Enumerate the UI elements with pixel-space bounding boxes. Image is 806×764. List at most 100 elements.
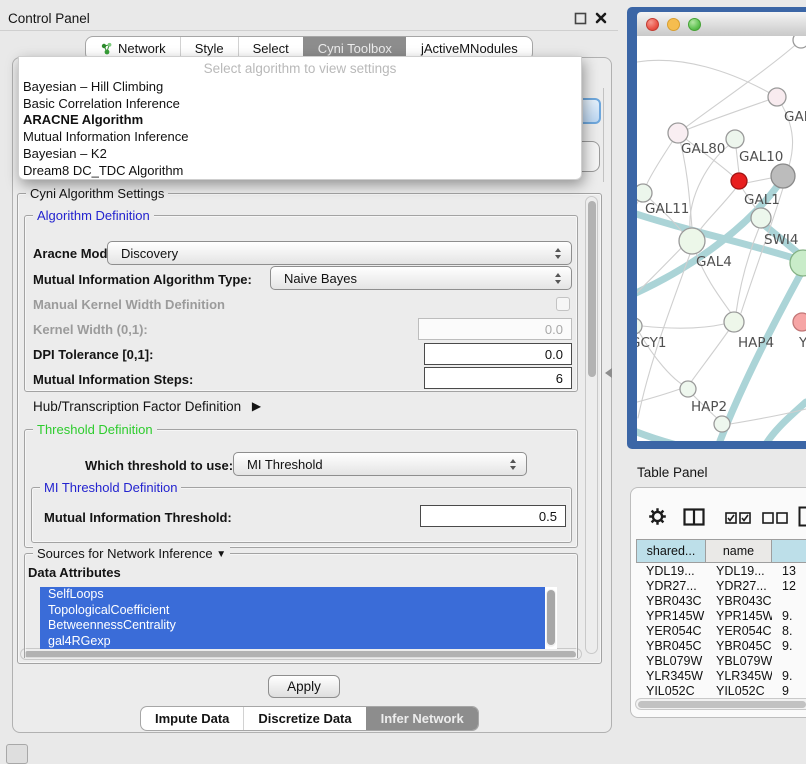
table-cell[interactable]: YPR145W	[636, 609, 706, 624]
kernel-width-field[interactable]: 0.0	[418, 318, 572, 340]
network-edge[interactable]	[690, 146, 728, 228]
settings-vertical-scrollbar-thumb[interactable]	[588, 201, 596, 377]
table-cell[interactable]: 13	[772, 564, 806, 579]
attribute-item-topologicalcoefficient[interactable]: TopologicalCoefficient	[40, 603, 545, 619]
table-cell[interactable]: YBL079W	[636, 654, 706, 669]
table-row[interactable]: YIL052CYIL052C9	[636, 684, 806, 697]
mi-threshold-field[interactable]: 0.5	[420, 505, 566, 527]
table-cell[interactable]: YLR345W	[706, 669, 772, 684]
column-header-shared[interactable]: shared...	[636, 539, 706, 563]
attribute-item-gal4rgexp[interactable]: gal4RGexp	[40, 634, 545, 650]
network-node[interactable]	[668, 123, 688, 143]
manual-kernel-checkbox[interactable]	[556, 297, 570, 311]
table-cell[interactable]: YBR043C	[706, 594, 772, 609]
network-node[interactable]	[731, 173, 747, 189]
table-row[interactable]: YLR345WYLR345W9.	[636, 669, 806, 684]
table-row[interactable]: YER054CYER054C8.	[636, 624, 806, 639]
network-node[interactable]	[726, 130, 744, 148]
table-row[interactable]: YDR27...YDR27...12	[636, 579, 806, 594]
table-cell[interactable]: 12	[772, 579, 806, 594]
document-icon[interactable]	[798, 506, 806, 527]
settings-vertical-scrollbar[interactable]	[585, 196, 598, 654]
algorithm-option-bayesian-hill-climbing[interactable]: Bayesian – Hill Climbing	[19, 79, 581, 96]
network-edge[interactable]	[746, 178, 771, 183]
bottom-tab-discretize-data[interactable]: Discretize Data	[243, 707, 365, 730]
apply-button[interactable]: Apply	[268, 675, 340, 698]
table-cell[interactable]: 9.	[772, 639, 806, 654]
zoom-traffic-icon[interactable]	[688, 18, 701, 31]
split-pane-icon[interactable]	[683, 508, 705, 526]
column-header-name[interactable]: name	[706, 539, 772, 563]
network-edge[interactable]	[678, 40, 801, 133]
attribute-table[interactable]: shared...name YDL19...YDL19...13YDR27...…	[636, 539, 806, 697]
network-canvas[interactable]: GALGAL80GAL10GAL1GAL11SWI4GAL4GCY1HAP4YH…	[637, 36, 806, 441]
table-row[interactable]: YPR145WYPR145W9.	[636, 609, 806, 624]
hub-definition-toggle[interactable]: Hub/Transcription Factor Definition ▶	[33, 399, 261, 414]
table-cell[interactable]	[772, 594, 806, 609]
table-horizontal-scrollbar[interactable]	[635, 698, 806, 710]
table-cell[interactable]: YBR045C	[706, 639, 772, 654]
data-attributes-list[interactable]: SelfLoopsTopologicalCoefficientBetweenne…	[40, 587, 557, 649]
attributes-scrollbar[interactable]	[546, 589, 556, 647]
column-header-2[interactable]	[772, 539, 806, 563]
bottom-tab-impute-data[interactable]: Impute Data	[141, 707, 243, 730]
table-cell[interactable]: YDL19...	[706, 564, 772, 579]
algorithm-option-mutual-information-inference[interactable]: Mutual Information Inference	[19, 129, 581, 146]
table-cell[interactable]: YLR345W	[636, 669, 706, 684]
table-cell[interactable]: 9	[772, 684, 806, 697]
network-node[interactable]	[771, 164, 795, 188]
network-node[interactable]	[793, 313, 806, 331]
table-cell[interactable]: YDR27...	[636, 579, 706, 594]
network-node[interactable]	[793, 36, 806, 48]
network-edge[interactable]	[637, 60, 777, 97]
panel-splitter-handle[interactable]	[605, 368, 612, 378]
network-edge[interactable]	[700, 188, 736, 230]
table-row[interactable]: YBL079WYBL079W	[636, 654, 806, 669]
network-node[interactable]	[637, 318, 642, 334]
algorithm-option-dream8-dc-tdc-algorithm[interactable]: Dream8 DC_TDC Algorithm	[19, 162, 581, 179]
network-edge-thick[interactable]	[763, 402, 806, 441]
network-node[interactable]	[637, 184, 652, 202]
algorithm-option-aracne-algorithm[interactable]: ARACNE Algorithm	[19, 112, 581, 129]
table-cell[interactable]: YBL079W	[706, 654, 772, 669]
dock-button[interactable]	[6, 744, 28, 764]
mi-steps-field[interactable]: 6	[424, 367, 572, 389]
network-node[interactable]	[679, 228, 705, 254]
table-cell[interactable]: YER054C	[636, 624, 706, 639]
aracne-mode-select[interactable]: Discovery	[107, 241, 572, 265]
table-cell[interactable]: 9.	[772, 669, 806, 684]
network-node[interactable]	[724, 312, 744, 332]
table-horizontal-scrollbar-thumb[interactable]	[638, 701, 806, 708]
which-threshold-select[interactable]: MI Threshold	[233, 452, 527, 476]
mi-type-select[interactable]: Naive Bayes	[270, 266, 572, 290]
deselect-all-checkboxes-icon[interactable]	[762, 512, 788, 524]
hidden-combo-focused-button[interactable]	[583, 98, 601, 124]
table-row[interactable]: YBR045CYBR045C9.	[636, 639, 806, 654]
network-window-titlebar[interactable]	[637, 12, 806, 37]
table-cell[interactable]	[772, 654, 806, 669]
network-window[interactable]: GALGAL80GAL10GAL1GAL11SWI4GAL4GCY1HAP4YH…	[627, 7, 806, 449]
table-cell[interactable]: 9.	[772, 609, 806, 624]
table-cell[interactable]: YIL052C	[636, 684, 706, 697]
table-row[interactable]: YDL19...YDL19...13	[636, 564, 806, 579]
float-icon[interactable]	[574, 12, 587, 25]
network-node[interactable]	[751, 208, 771, 228]
network-node[interactable]	[680, 381, 696, 397]
network-edge-thick[interactable]	[637, 428, 692, 441]
minimize-traffic-icon[interactable]	[667, 18, 680, 31]
attributes-scrollbar-thumb[interactable]	[547, 590, 555, 645]
bottom-tab-infer-network[interactable]: Infer Network	[366, 707, 478, 730]
close-traffic-icon[interactable]	[646, 18, 659, 31]
close-icon[interactable]	[594, 11, 608, 25]
sources-group-title[interactable]: Sources for Network Inference ▼	[33, 546, 230, 561]
network-node[interactable]	[768, 88, 786, 106]
table-cell[interactable]: YIL052C	[706, 684, 772, 697]
attribute-item-selfloops[interactable]: SelfLoops	[40, 587, 545, 603]
network-edge[interactable]	[642, 324, 724, 328]
table-cell[interactable]: YBR043C	[636, 594, 706, 609]
dpi-tolerance-field[interactable]: 0.0	[424, 343, 572, 365]
algorithm-option-bayesian-k2[interactable]: Bayesian – K2	[19, 146, 581, 163]
table-cell[interactable]: YPR145W	[706, 609, 772, 624]
gear-icon[interactable]	[648, 507, 667, 526]
table-cell[interactable]: 8.	[772, 624, 806, 639]
